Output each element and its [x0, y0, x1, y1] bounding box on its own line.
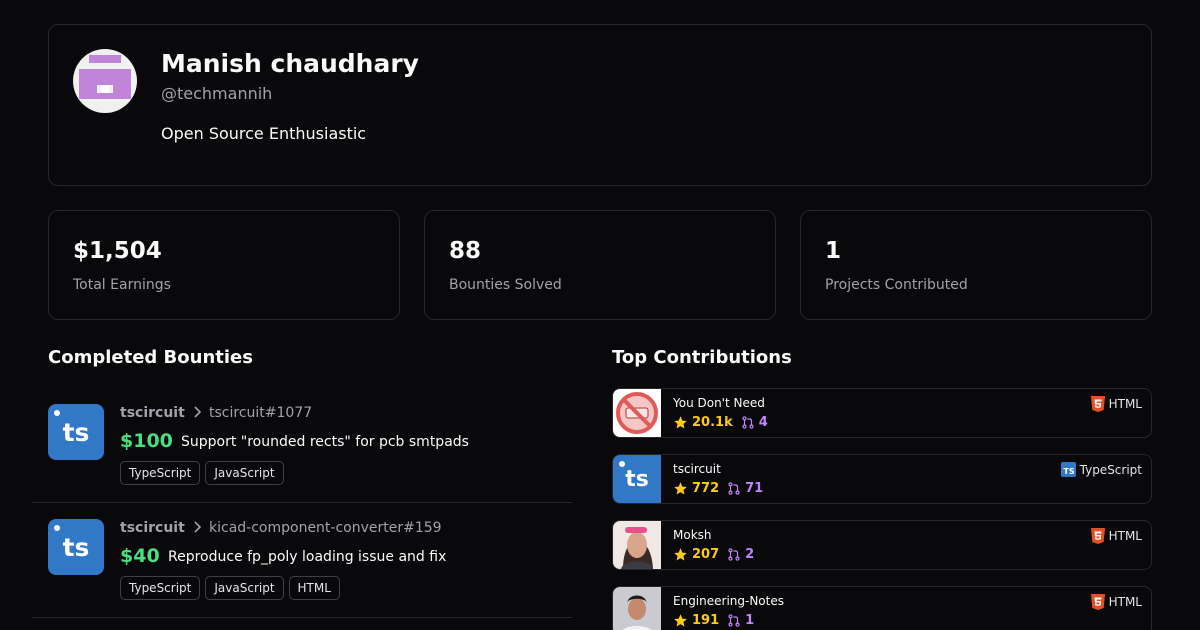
contribution-stats: 207 2	[673, 547, 754, 562]
portrait-photo-icon	[613, 521, 661, 569]
contribution-name[interactable]: Moksh	[673, 528, 712, 542]
profile-handle[interactable]: @techmannih	[161, 84, 272, 103]
language-name: HTML	[1108, 529, 1142, 543]
bounty-amount: $100	[120, 430, 173, 452]
identicon-icon	[79, 55, 131, 99]
bounty-title[interactable]: Reproduce fp_poly loading issue and fix	[168, 549, 446, 565]
chevron-right-icon	[191, 405, 203, 423]
html5-icon	[1090, 594, 1105, 610]
language-label: TS TypeScript	[1060, 462, 1142, 477]
contribution-item[interactable]: Moksh 207 2 HTML	[612, 520, 1152, 570]
tag: HTML	[288, 576, 340, 600]
portrait-photo-icon	[613, 587, 661, 630]
stat-value: 88	[449, 238, 482, 264]
html5-icon	[1090, 528, 1105, 544]
bounty-tags: TypeScript JavaScript	[120, 461, 284, 485]
star-icon	[674, 548, 687, 561]
pull-request-icon	[728, 482, 740, 495]
profile-card: Manish chaudhary @techmannih Open Source…	[48, 24, 1152, 186]
bounty-item[interactable]: ts tscircuit kicad-component-converter#1…	[32, 503, 572, 618]
profile-bio: Open Source Enthusiastic	[161, 124, 367, 143]
completed-bounties-heading: Completed Bounties	[48, 347, 253, 368]
pr-value: 1	[745, 613, 755, 628]
tag: JavaScript	[205, 461, 284, 485]
profile-name: Manish chaudhary	[161, 49, 419, 78]
pr-count: 1	[727, 613, 754, 628]
bounty-org[interactable]: tscircuit	[120, 520, 185, 536]
bounty-item[interactable]: ts tscircuit tscircuit#1077 $100 Support…	[32, 388, 572, 503]
stat-total-earnings: $1,504 Total Earnings	[48, 210, 400, 320]
bounty-title[interactable]: Support "rounded rects" for pcb smtpads	[181, 434, 469, 450]
language-label: HTML	[1090, 594, 1142, 610]
stat-label: Bounties Solved	[449, 277, 562, 293]
bounty-amount: $40	[120, 545, 160, 567]
stars-value: 207	[692, 547, 720, 562]
stars-value: 20.1k	[692, 415, 733, 430]
star-icon	[674, 614, 687, 627]
bounty-issue[interactable]: kicad-component-converter#159	[209, 520, 442, 536]
tscircuit-logo-icon: ts	[48, 404, 104, 460]
language-label: HTML	[1090, 396, 1142, 412]
top-contributions-heading: Top Contributions	[612, 347, 792, 368]
language-name: HTML	[1108, 595, 1142, 609]
pr-count: 2	[727, 547, 754, 562]
stars-count: 207	[673, 547, 719, 562]
pull-request-icon	[742, 416, 754, 429]
contribution-name[interactable]: tscircuit	[673, 462, 721, 476]
star-icon	[674, 482, 687, 495]
stars-value: 191	[692, 613, 720, 628]
tscircuit-logo-icon: ts	[613, 455, 661, 503]
language-name: TypeScript	[1079, 462, 1142, 477]
bounty-issue[interactable]: tscircuit#1077	[209, 405, 312, 421]
contribution-stats: 772 71	[673, 481, 763, 496]
chevron-right-icon	[191, 520, 203, 538]
tag: TypeScript	[120, 461, 201, 485]
pull-request-icon	[728, 548, 740, 561]
bounty-org[interactable]: tscircuit	[120, 405, 185, 421]
stat-value: $1,504	[73, 238, 162, 264]
pr-count: 71	[727, 481, 763, 496]
language-label: HTML	[1090, 528, 1142, 544]
avatar[interactable]	[73, 49, 137, 113]
stars-count: 20.1k	[673, 415, 733, 430]
star-icon	[674, 416, 687, 429]
typescript-icon: TS	[1060, 462, 1076, 477]
tag: JavaScript	[205, 576, 284, 600]
contribution-stats: 20.1k 4	[673, 415, 768, 430]
language-name: HTML	[1108, 397, 1142, 411]
contribution-name[interactable]: Engineering-Notes	[673, 594, 784, 608]
pr-value: 71	[745, 481, 764, 496]
stat-value: 1	[825, 238, 842, 264]
stat-projects-contributed: 1 Projects Contributed	[800, 210, 1152, 320]
contribution-item[interactable]: ts tscircuit 772 71 TS TypeScript	[612, 454, 1152, 504]
nope-sign-icon	[613, 389, 661, 437]
bounty-tags: TypeScript JavaScript HTML	[120, 576, 340, 600]
contribution-name[interactable]: You Don't Need	[673, 396, 765, 410]
contribution-stats: 191 1	[673, 613, 754, 628]
stat-label: Projects Contributed	[825, 277, 968, 293]
contribution-item[interactable]: You Don't Need 20.1k 4 HTML	[612, 388, 1152, 438]
tscircuit-logo-icon: ts	[48, 519, 104, 575]
stars-count: 772	[673, 481, 719, 496]
tag: TypeScript	[120, 576, 201, 600]
pull-request-icon	[728, 614, 740, 627]
pr-value: 4	[758, 415, 768, 430]
pr-count: 4	[741, 415, 768, 430]
contribution-item[interactable]: Engineering-Notes 191 1 HTML	[612, 586, 1152, 630]
stars-count: 191	[673, 613, 719, 628]
html5-icon	[1090, 396, 1105, 412]
stars-value: 772	[692, 481, 720, 496]
stat-bounties-solved: 88 Bounties Solved	[424, 210, 776, 320]
stat-label: Total Earnings	[73, 277, 171, 293]
pr-value: 2	[745, 547, 755, 562]
